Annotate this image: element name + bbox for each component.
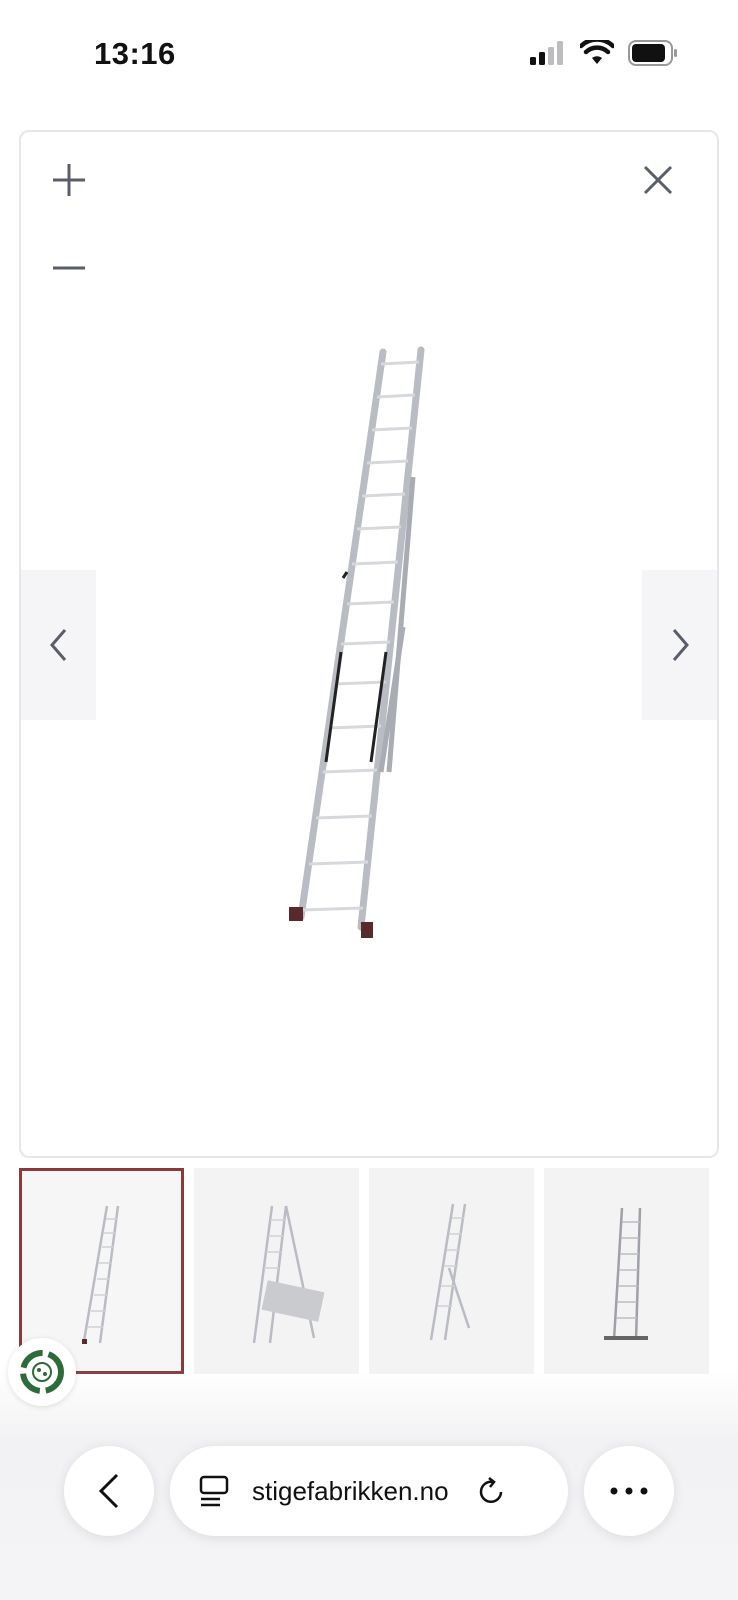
cellular-signal-icon <box>530 41 563 65</box>
image-viewer <box>19 130 719 1158</box>
recycle-icon <box>20 1350 64 1394</box>
url-text: stigefabrikken.no <box>252 1475 449 1506</box>
thumbnail-strip <box>19 1168 719 1374</box>
previous-image-button[interactable] <box>21 570 96 720</box>
thumbnail-4[interactable] <box>544 1168 709 1374</box>
close-icon <box>643 165 673 195</box>
zoom-out-button[interactable] <box>39 238 99 298</box>
close-button[interactable] <box>628 150 688 210</box>
recycle-badge[interactable] <box>8 1338 76 1406</box>
more-icon <box>610 1487 648 1495</box>
next-image-button[interactable] <box>642 570 717 720</box>
more-button[interactable] <box>584 1446 674 1536</box>
thumbnail-image <box>429 1203 471 1341</box>
plus-icon <box>53 164 85 196</box>
address-bar[interactable]: stigefabrikken.no <box>170 1446 568 1536</box>
product-image <box>289 346 425 938</box>
thumbnail-image <box>604 1207 648 1341</box>
reload-icon[interactable] <box>475 1475 507 1507</box>
chevron-right-icon <box>672 629 689 661</box>
thumbnail-3[interactable] <box>369 1168 534 1374</box>
status-time: 13:16 <box>94 36 176 71</box>
thumbnail-2[interactable] <box>194 1168 359 1374</box>
chevron-left-icon <box>49 629 66 661</box>
zoom-in-button[interactable] <box>39 150 99 210</box>
status-icons <box>530 40 678 66</box>
chevron-left-icon <box>98 1473 119 1509</box>
battery-icon <box>628 40 677 66</box>
back-button[interactable] <box>64 1446 154 1536</box>
status-bar: 13:16 <box>0 0 738 110</box>
browser-toolbar: stigefabrikken.no <box>0 1440 738 1540</box>
thumbnail-image <box>252 1205 325 1344</box>
minus-icon <box>53 266 85 270</box>
wifi-icon <box>580 40 614 64</box>
reader-icon <box>199 1475 229 1507</box>
